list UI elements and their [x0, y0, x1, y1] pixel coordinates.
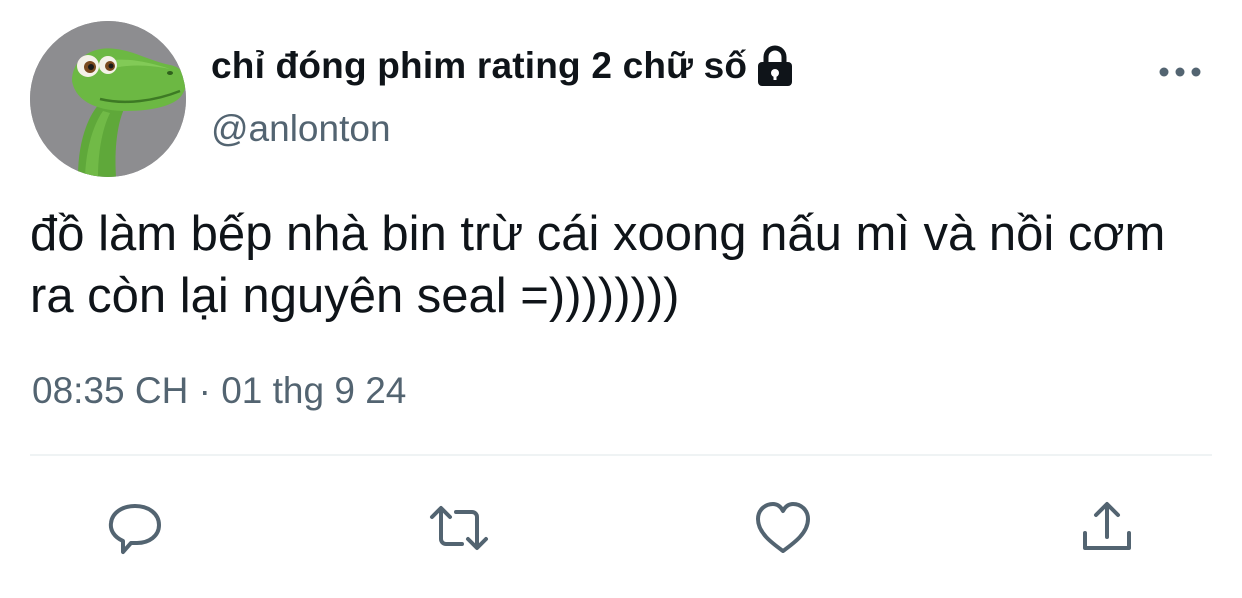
user-handle[interactable]: @anlonton	[211, 108, 391, 150]
heart-icon	[756, 502, 810, 553]
tweet-time[interactable]: 08:35 CH	[32, 370, 188, 411]
lock-icon	[755, 44, 795, 88]
more-options-button[interactable]	[1150, 52, 1210, 92]
reply-icon	[108, 504, 161, 554]
more-horizontal-icon	[1159, 67, 1201, 77]
timestamp-separator: ·	[198, 370, 211, 411]
retweet-icon	[430, 506, 488, 550]
avatar[interactable]	[30, 21, 186, 177]
share-icon	[1083, 502, 1131, 550]
retweet-button[interactable]	[428, 497, 490, 559]
tweet-text: đồ làm bếp nhà bin trừ cái xoong nấu mì …	[30, 207, 1166, 323]
user-name-row[interactable]: chỉ đóng phim rating 2 chữ số	[211, 38, 795, 94]
display-name[interactable]: chỉ đóng phim rating 2 chữ số	[211, 45, 747, 87]
dinosaur-avatar-image	[30, 21, 186, 177]
tweet-date[interactable]: 01 thg 9 24	[221, 370, 406, 411]
share-button[interactable]	[1076, 497, 1138, 559]
like-button[interactable]	[752, 497, 814, 559]
reply-button[interactable]	[104, 497, 166, 559]
divider	[30, 454, 1212, 456]
timestamp-row[interactable]: 08:35 CH · 01 thg 9 24	[32, 370, 406, 412]
